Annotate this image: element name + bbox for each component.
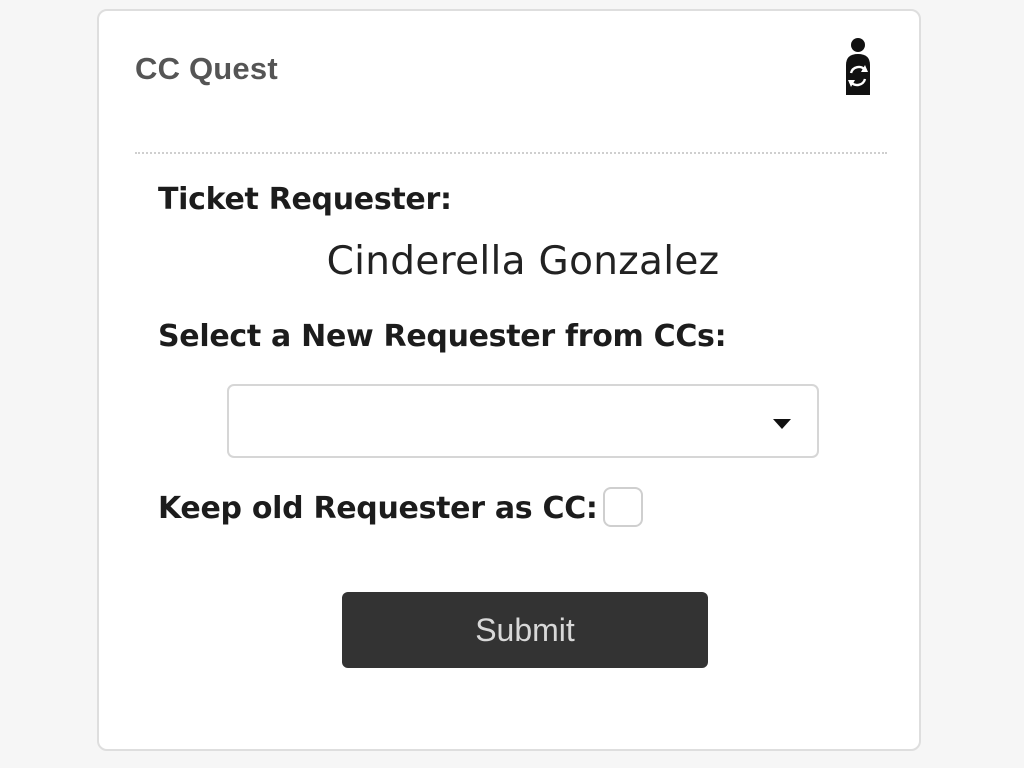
requester-name: Cinderella Gonzalez	[326, 239, 720, 284]
keep-old-requester-label: Keep old Requester as CC:	[158, 491, 598, 526]
app-card: CC Quest Ticket Requester: Cinderella Go…	[97, 9, 921, 751]
app-title: CC Quest	[135, 51, 278, 86]
keep-old-requester-checkbox[interactable]	[603, 487, 643, 527]
header-divider	[135, 152, 887, 154]
submit-button[interactable]: Submit	[342, 592, 708, 668]
new-requester-select[interactable]	[227, 384, 819, 458]
chevron-down-icon	[773, 419, 791, 429]
person-swap-icon	[846, 38, 870, 95]
ticket-requester-label: Ticket Requester:	[158, 182, 452, 217]
select-requester-label: Select a New Requester from CCs:	[158, 319, 727, 354]
